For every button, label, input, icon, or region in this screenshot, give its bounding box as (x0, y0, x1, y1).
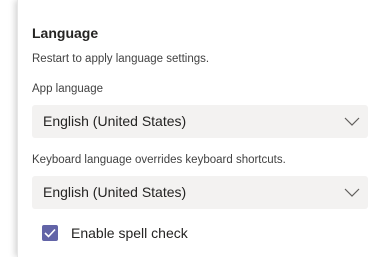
section-title: Language (32, 25, 99, 41)
chevron-down-icon (344, 117, 360, 126)
keyboard-language-label: Keyboard language overrides keyboard sho… (32, 154, 286, 166)
keyboard-language-dropdown[interactable]: English (United States) (32, 176, 368, 209)
language-settings-panel: Language Restart to apply language setti… (17, 0, 380, 257)
app-language-value: English (United States) (43, 113, 187, 129)
spell-check-label: Enable spell check (71, 225, 188, 241)
checkmark-icon (44, 228, 56, 238)
keyboard-language-value: English (United States) (43, 184, 187, 200)
app-language-dropdown[interactable]: English (United States) (32, 105, 368, 138)
spell-check-checkbox[interactable] (42, 225, 58, 241)
chevron-down-icon (344, 188, 360, 197)
app-language-label: App language (32, 83, 103, 95)
restart-note: Restart to apply language settings. (32, 53, 210, 65)
